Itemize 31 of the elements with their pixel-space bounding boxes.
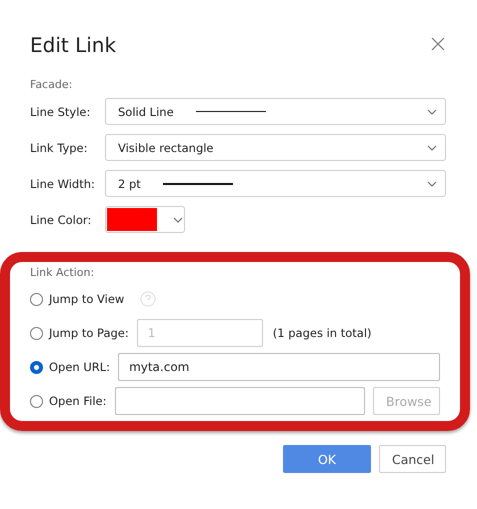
cancel-button[interactable]: Cancel — [379, 445, 446, 473]
field-label: Line Style: — [30, 104, 92, 118]
url-field[interactable]: myta.com — [118, 353, 440, 381]
radio-option[interactable]: Jump to View — [30, 292, 124, 306]
line-preview — [162, 182, 233, 184]
file-path-field[interactable] — [114, 387, 365, 415]
chevron-down-icon — [173, 216, 183, 222]
chevron-down-icon — [427, 108, 437, 114]
chevron-down-icon — [427, 180, 437, 186]
section-label: Facade: — [30, 78, 74, 91]
radio-button[interactable] — [30, 394, 43, 408]
chevron-down-icon — [427, 144, 437, 150]
line-preview — [196, 111, 266, 112]
radio-button[interactable] — [30, 360, 43, 374]
dropdown[interactable]: Solid Line — [105, 98, 446, 125]
radio-option[interactable]: Jump to Page: — [30, 326, 129, 340]
dialog-title: Edit Link — [30, 33, 116, 57]
close-icon — [431, 37, 445, 51]
radio-option[interactable]: Open File: — [30, 394, 106, 408]
close-button[interactable] — [431, 37, 447, 53]
section-label: Link Action: — [30, 266, 96, 279]
radio-option[interactable]: Open URL: — [30, 360, 110, 374]
dropdown[interactable]: Visible rectangle — [105, 134, 446, 161]
field-label: Link Type: — [30, 140, 88, 154]
color-picker[interactable] — [105, 206, 185, 233]
page-count-text: (1 pages in total) — [272, 326, 372, 340]
radio-button[interactable] — [30, 292, 43, 306]
field-label: Line Width: — [30, 176, 96, 190]
radio-button[interactable] — [30, 326, 43, 340]
field-label: Line Color: — [30, 212, 92, 226]
dropdown[interactable]: 2 pt — [105, 170, 446, 197]
